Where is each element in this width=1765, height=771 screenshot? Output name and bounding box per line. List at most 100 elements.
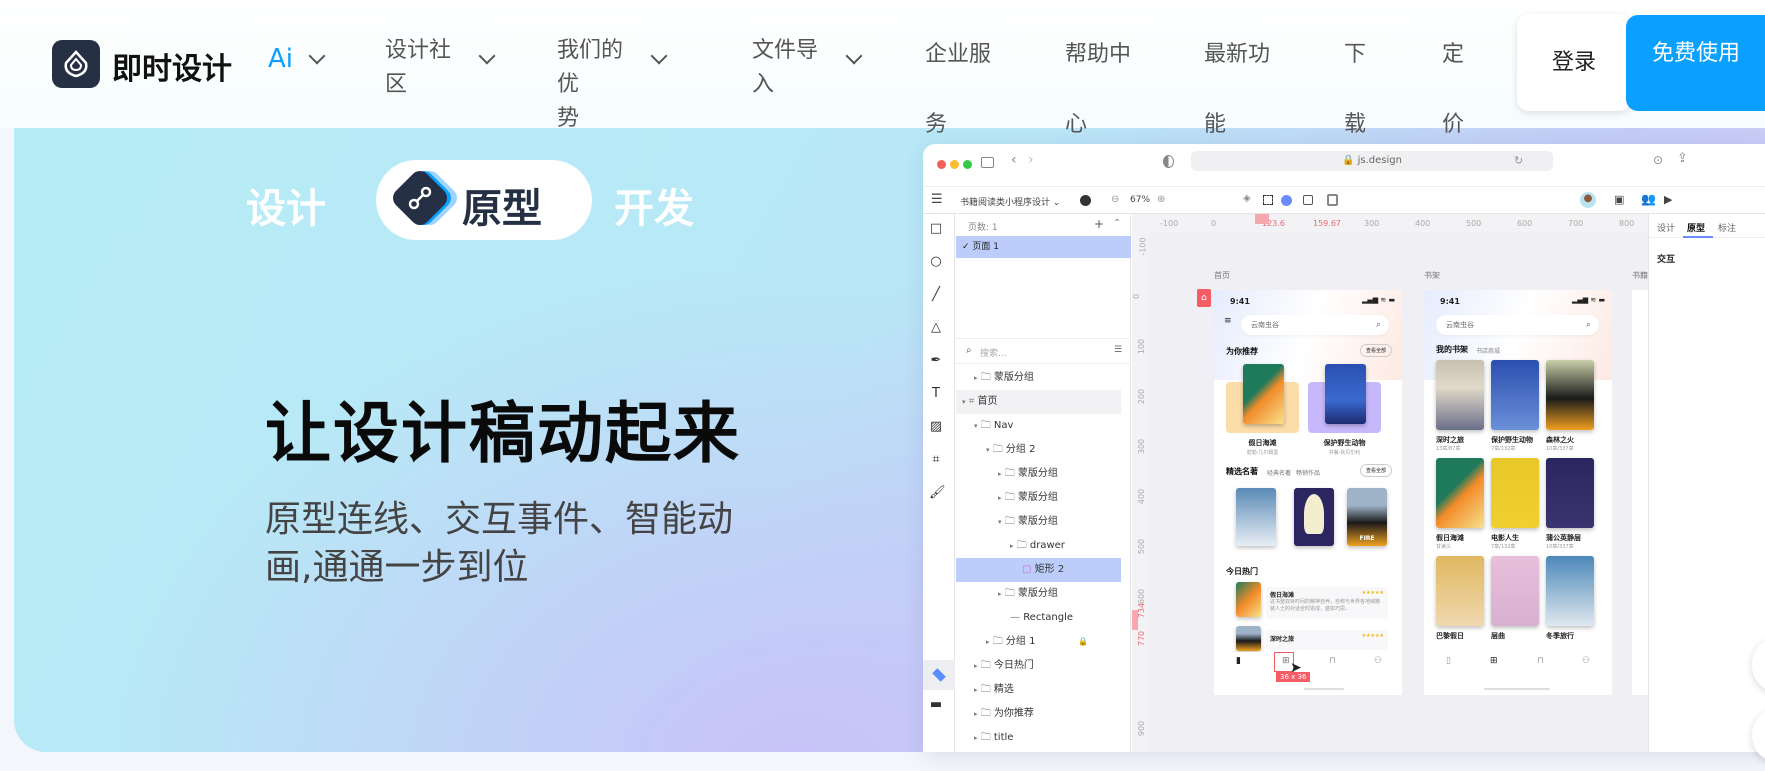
mask-icon[interactable] xyxy=(1281,195,1292,206)
book-cover[interactable] xyxy=(1546,360,1594,430)
layer-item[interactable]: ▸ 🗀 为你推荐 xyxy=(956,702,1121,726)
expand-arrow-icon[interactable]: ▸ xyxy=(956,542,1014,550)
back-icon[interactable]: ‹ xyxy=(1011,152,1017,168)
play-icon[interactable]: ▶ xyxy=(1664,193,1672,206)
component-icon[interactable]: ◈ xyxy=(1243,193,1251,204)
export-icon[interactable]: ▣ xyxy=(1614,193,1624,206)
expand-arrow-icon[interactable]: ▸ xyxy=(956,470,1002,478)
ai-menu[interactable]: Ai xyxy=(268,44,293,74)
book-cover[interactable] xyxy=(1243,364,1284,424)
forward-icon[interactable]: › xyxy=(1028,152,1034,168)
book-cover[interactable] xyxy=(1436,458,1484,528)
profile-tab-icon[interactable]: ⚇ xyxy=(1582,656,1590,666)
layer-item[interactable]: ▸ 🗀 蒙版分组 xyxy=(956,462,1121,486)
zoom-in-icon[interactable]: ⊕ xyxy=(1157,194,1165,205)
avatar[interactable] xyxy=(1580,192,1596,208)
chevron-down-icon[interactable] xyxy=(308,47,326,65)
book-cover[interactable] xyxy=(1491,360,1539,430)
menu-icon[interactable]: ☰ xyxy=(931,192,943,207)
brand-name[interactable]: 即时设计 xyxy=(112,44,232,88)
search-bar[interactable]: 云南虫谷 ⌕ xyxy=(1436,315,1599,335)
expand-arrow-icon[interactable]: ▸ xyxy=(956,734,978,742)
text-tool-icon[interactable]: T xyxy=(929,387,943,401)
free-use-button[interactable]: 免费使用 xyxy=(1626,15,1765,111)
frame-icon[interactable] xyxy=(1263,195,1273,205)
expand-arrow-icon[interactable]: ▸ xyxy=(956,662,978,670)
layer-item[interactable]: ▸ 🗀 分组 1 🔒 xyxy=(956,630,1121,654)
tag-develop[interactable]: 开发 xyxy=(614,176,694,234)
tab-design[interactable]: 设计 xyxy=(1657,221,1675,234)
book-cover[interactable] xyxy=(1236,626,1261,651)
share-icon[interactable]: ⇪ xyxy=(1677,151,1688,166)
layer-item[interactable]: ▾ ⌗ 首页 xyxy=(956,390,1121,414)
profile-tab-icon[interactable]: ⚇ xyxy=(1374,656,1382,666)
picks-tab[interactable]: 经典名著 xyxy=(1267,468,1291,477)
nav-item[interactable]: 企业服务 xyxy=(925,20,1005,160)
tab-prototype[interactable]: 原型 xyxy=(1687,221,1705,234)
users-icon[interactable]: 👥 xyxy=(1641,192,1656,206)
search-bar[interactable]: 云南虫谷 ⌕ xyxy=(1241,315,1389,335)
bookmark-tab-icon[interactable]: ⊓ xyxy=(1537,656,1544,666)
sidebar-icon[interactable] xyxy=(981,157,994,168)
expand-arrow-icon[interactable]: ▾ xyxy=(956,518,1002,526)
address-bar[interactable]: 🔒 js.design xyxy=(1191,151,1553,171)
layer-item[interactable]: ▸ 🗀 精选 xyxy=(956,678,1121,702)
tab-annotate[interactable]: 标注 xyxy=(1718,221,1736,234)
boolean-icon[interactable] xyxy=(1303,195,1313,205)
expand-arrow-icon[interactable]: ▸ xyxy=(956,686,978,694)
zoom-level[interactable]: 67% xyxy=(1130,195,1150,205)
expand-arrow-icon[interactable]: ▾ xyxy=(956,422,978,430)
download-icon[interactable]: ⊙ xyxy=(1653,153,1663,167)
nav-item[interactable]: 设计社区 xyxy=(385,34,465,102)
book-cover[interactable] xyxy=(1436,556,1484,626)
layer-item[interactable]: ▾ 🗀 分组 2 xyxy=(956,438,1121,462)
logo-icon[interactable] xyxy=(52,40,100,88)
file-name-dropdown[interactable]: 书籍阅读类小程序设计 ⌄ xyxy=(960,195,1060,208)
layer-item[interactable]: ▾ 🗀 蒙版分组 xyxy=(956,510,1121,534)
chevron-down-icon[interactable] xyxy=(845,47,863,65)
expand-arrow-icon[interactable] xyxy=(956,566,1022,574)
bookmark-tab-icon[interactable]: ⊓ xyxy=(1329,656,1336,666)
expand-arrow-icon[interactable]: ▾ xyxy=(956,398,966,406)
nav-item[interactable]: 下载 xyxy=(1344,20,1424,160)
rectangle-tool-icon[interactable]: □ xyxy=(929,222,943,236)
brush-tool-icon[interactable]: 🖌 xyxy=(929,486,946,500)
book-tab-icon[interactable]: ▯ xyxy=(1446,656,1451,666)
layer-item[interactable]: ▢ 矩形 2 xyxy=(956,558,1121,582)
layer-item[interactable]: ▸ 🗀 蒙版分组 xyxy=(956,486,1121,510)
polygon-tool-icon[interactable]: △ xyxy=(929,321,943,335)
layer-item[interactable]: ▸ 🗀 title xyxy=(956,726,1121,750)
add-page-icon[interactable]: + xyxy=(1094,217,1104,231)
book-cover[interactable] xyxy=(1436,360,1484,430)
layer-item[interactable]: — Rectangle xyxy=(956,606,1121,630)
canvas[interactable]: -100 0 123.6 159.67 300 400 500 600 700 800 -100 0… xyxy=(1132,214,1648,752)
frame-tool-icon[interactable]: ⌗ xyxy=(929,453,943,467)
nav-item[interactable]: 帮助中心 xyxy=(1065,20,1145,160)
pen-tool-icon[interactable]: ✒ xyxy=(929,354,943,368)
nav-item[interactable]: 我们的优势 xyxy=(557,34,637,136)
expand-arrow-icon[interactable]: ▸ xyxy=(956,710,978,718)
image-tool-icon[interactable]: ▨ xyxy=(929,420,943,434)
layer-item[interactable]: ▾ 🗀 Nav xyxy=(956,414,1121,438)
collapse-icon[interactable]: ⌃ xyxy=(1113,218,1121,229)
expand-arrow-icon[interactable]: ▾ xyxy=(956,446,990,454)
book-cover[interactable] xyxy=(1236,488,1276,546)
shelf-tab[interactable]: 书店商城 xyxy=(1476,346,1500,355)
layers-tab[interactable] xyxy=(923,660,955,690)
drawer-icon[interactable]: ≡ xyxy=(1224,316,1232,326)
zoom-out-icon[interactable]: ⊖ xyxy=(1111,194,1119,205)
line-tool-icon[interactable]: ╱ xyxy=(929,288,943,302)
book-cover[interactable] xyxy=(1546,556,1594,626)
comment-icon[interactable] xyxy=(1080,195,1091,206)
expand-arrow-icon[interactable]: ▸ xyxy=(956,374,978,382)
book-cover[interactable]: FIRE xyxy=(1347,488,1387,546)
book-tab-icon[interactable]: ▮ xyxy=(1236,656,1241,666)
hot-item[interactable]: 深时之旅 ★★★★★ xyxy=(1266,630,1388,650)
expand-arrow-icon[interactable]: ▸ xyxy=(956,590,1002,598)
book-cover[interactable] xyxy=(1491,556,1539,626)
see-all-button[interactable]: 查看全部 xyxy=(1360,344,1393,357)
book-cover[interactable] xyxy=(1294,488,1334,546)
chevron-down-icon[interactable] xyxy=(650,47,668,65)
reload-icon[interactable]: ↻ xyxy=(1514,154,1523,167)
tag-design[interactable]: 设计 xyxy=(246,176,326,234)
